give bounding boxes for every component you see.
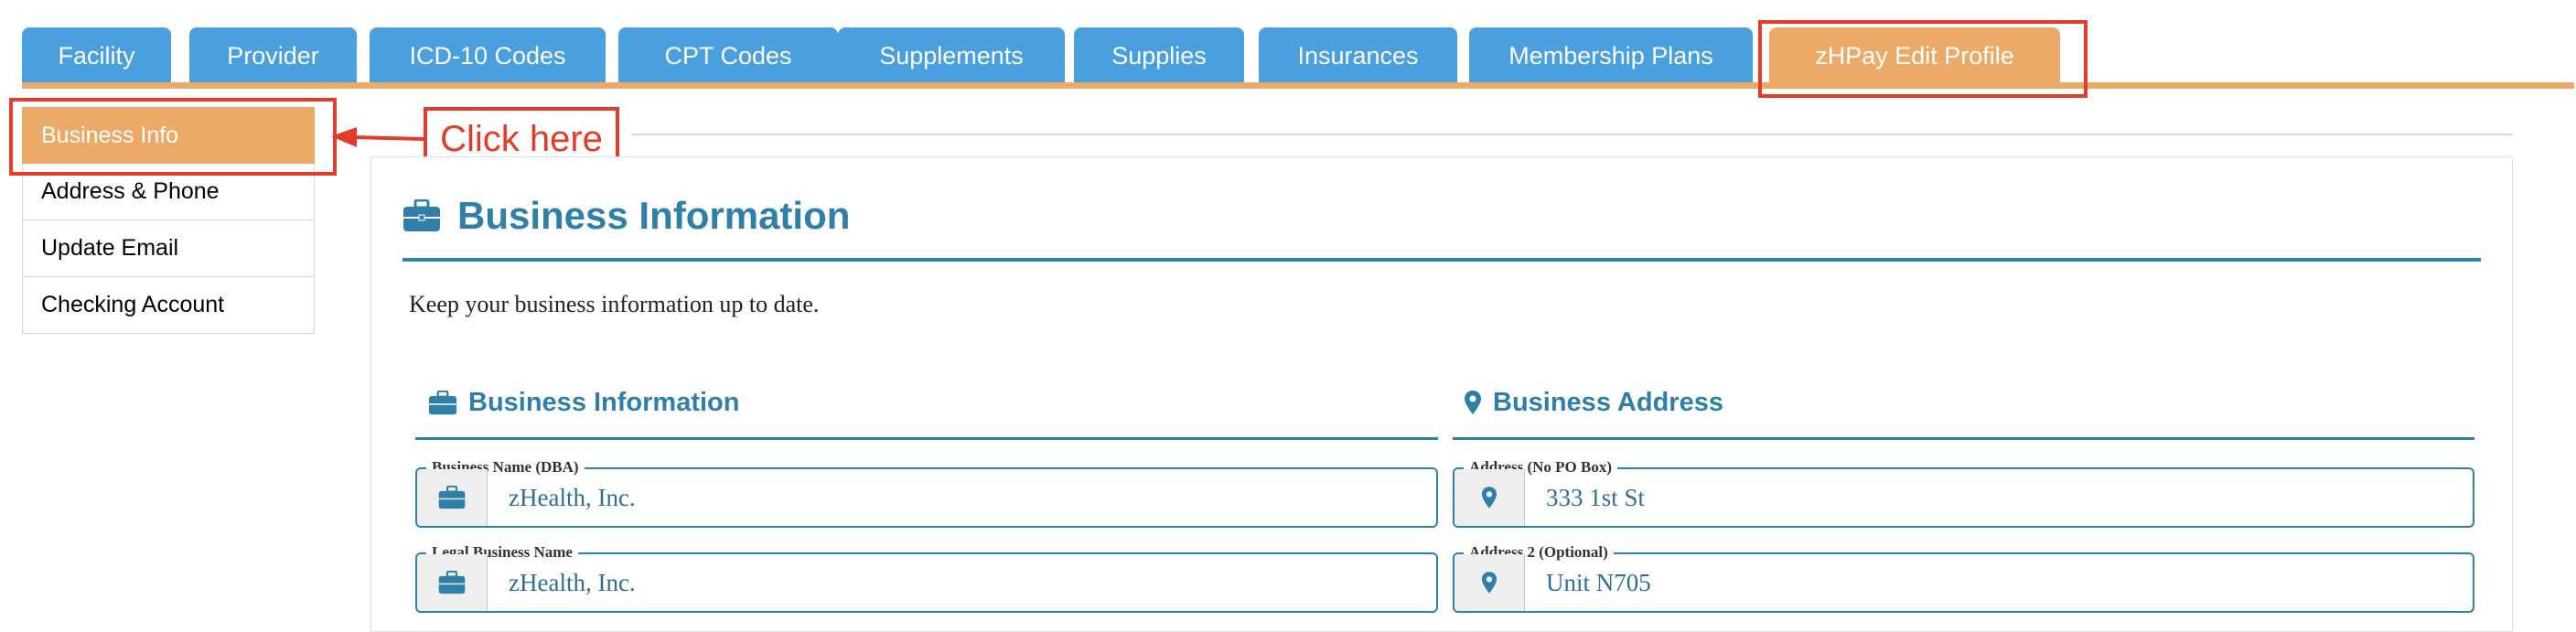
tab-supplements[interactable]: Supplements	[838, 27, 1065, 84]
address-field[interactable]: Address (No PO Box) 333 1st St	[1453, 458, 2474, 528]
sidebar-highlight	[9, 98, 337, 176]
tab-cpt-codes[interactable]: CPT Codes	[618, 27, 838, 84]
title-divider	[402, 258, 2481, 262]
tab-insurances[interactable]: Insurances	[1259, 27, 1457, 84]
briefcase-icon	[417, 554, 488, 611]
briefcase-icon	[429, 390, 456, 414]
sidebar-item-checking-account[interactable]: Checking Account	[22, 277, 315, 334]
address-value[interactable]: 333 1st St	[1546, 469, 1645, 526]
business-information-heading: Business Information	[428, 384, 740, 421]
business-address-heading-text: Business Address	[1493, 387, 1723, 417]
tab-provider[interactable]: Provider	[189, 27, 357, 84]
business-address-divider	[1453, 437, 2474, 440]
business-address-heading: Business Address	[1464, 384, 1723, 421]
callout-arrow-icon	[331, 127, 425, 147]
business-name-field[interactable]: Business Name (DBA) zHealth, Inc.	[415, 458, 1438, 528]
sidebar-item-update-email[interactable]: Update Email	[22, 220, 315, 277]
address-2-value[interactable]: Unit N705	[1546, 554, 1651, 611]
page-title: Business Information	[402, 188, 850, 243]
legal-business-name-value[interactable]: zHealth, Inc.	[509, 554, 636, 611]
map-marker-icon	[1454, 469, 1525, 526]
briefcase-icon	[417, 469, 488, 526]
tab-membership-plans[interactable]: Membership Plans	[1469, 27, 1753, 84]
map-marker-icon	[1454, 554, 1525, 611]
page-description: Keep your business information up to dat…	[409, 291, 820, 317]
business-name-value[interactable]: zHealth, Inc.	[509, 469, 636, 526]
top-divider	[631, 134, 2513, 135]
tab-supplies[interactable]: Supplies	[1074, 27, 1244, 84]
page-title-text: Business Information	[457, 194, 851, 237]
tab-icd10-codes[interactable]: ICD-10 Codes	[370, 27, 606, 84]
address-2-field[interactable]: Address 2 (Optional) Unit N705	[1453, 543, 2474, 613]
business-information-divider	[415, 437, 1438, 440]
tab-facility[interactable]: Facility	[22, 27, 171, 84]
map-marker-icon	[1465, 391, 1481, 414]
legal-business-name-field[interactable]: Legal Business Name zHealth, Inc.	[415, 543, 1438, 613]
active-tab-highlight	[1758, 20, 2088, 98]
business-information-heading-text: Business Information	[468, 387, 740, 417]
briefcase-icon	[403, 199, 440, 231]
tab-underline	[22, 82, 2574, 89]
